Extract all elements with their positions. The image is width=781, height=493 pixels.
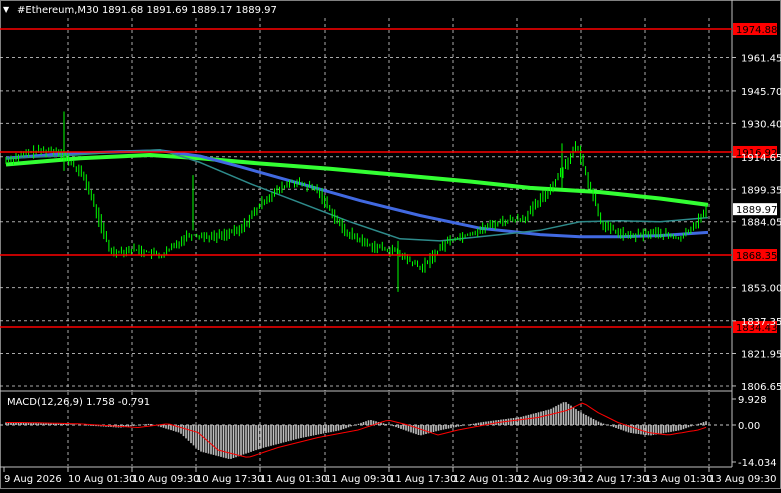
price-tick-label: 1930.40 — [741, 119, 781, 130]
time-tick-label: 13 Aug 09:30 — [709, 474, 776, 485]
macd-label: MACD(12,26,9) 1.758 -0.791 — [7, 397, 150, 408]
time-axis: 9 Aug 2026 10 Aug 01:3010 Aug 09:3010 Aug… — [3, 467, 776, 485]
macd-axis-label: -14.034 — [738, 458, 777, 469]
level-price-label: 1974.88 — [736, 25, 777, 36]
price-tick-label: 1853.00 — [741, 284, 781, 295]
price-series — [5, 111, 707, 292]
time-tick-label: 10 Aug 09:30 — [132, 474, 199, 485]
price-tick-label: 1821.95 — [741, 349, 781, 360]
time-tick-label: 13 Aug 01:30 — [645, 474, 712, 485]
price-tick-label: 1914.65 — [741, 153, 781, 164]
time-tick-label: 12 Aug 09:30 — [517, 474, 584, 485]
chart-canvas[interactable]: 1974.881916.921868.351834.431889.97 1961… — [0, 0, 781, 489]
current-price-label: 1889.97 — [736, 205, 777, 216]
macd-signal-line — [6, 402, 707, 458]
symbol-info: #Ethereum,M30 1891.68 1891.69 1889.17 18… — [17, 5, 277, 16]
price-tick-label: 1806.65 — [741, 382, 781, 393]
price-tick-label: 1837.35 — [741, 317, 781, 328]
macd-axis-label: 0.00 — [738, 421, 760, 432]
price-tick-label: 1961.45 — [741, 53, 781, 64]
ma-slow-line — [5, 153, 709, 207]
level-price-label: 1868.35 — [736, 251, 777, 262]
time-tick-label: 12 Aug 01:30 — [453, 474, 520, 485]
price-tick-label: 1899.35 — [741, 185, 781, 196]
time-tick-label: 11 Aug 17:30 — [389, 474, 456, 485]
macd-axis-label: 9.928 — [738, 395, 767, 406]
collapse-arrow-icon[interactable]: ▼ — [3, 5, 10, 14]
window-frame — [0, 0, 781, 489]
price-axis: 1961.45 1945.70 1930.40 1914.65 1899.35 1884.… — [732, 53, 781, 393]
time-tick-label: 10 Aug 01:30 — [68, 474, 135, 485]
trading-chart-window[interactable]: 1974.88 1916.92 1868.35 1834.43 1889.97 1961… — [0, 0, 781, 489]
price-tick-label: 1945.70 — [741, 87, 781, 98]
price-tick-label: 1884.05 — [741, 218, 781, 229]
time-tick-label: 12 Aug 17:30 — [581, 474, 648, 485]
time-tick-label: 10 Aug 17:30 — [196, 474, 263, 485]
time-tick-label: 11 Aug 09:30 — [325, 474, 392, 485]
time-tick-label: 11 Aug 01:30 — [260, 474, 327, 485]
time-tick-label: 9 Aug 2026 — [4, 474, 62, 485]
